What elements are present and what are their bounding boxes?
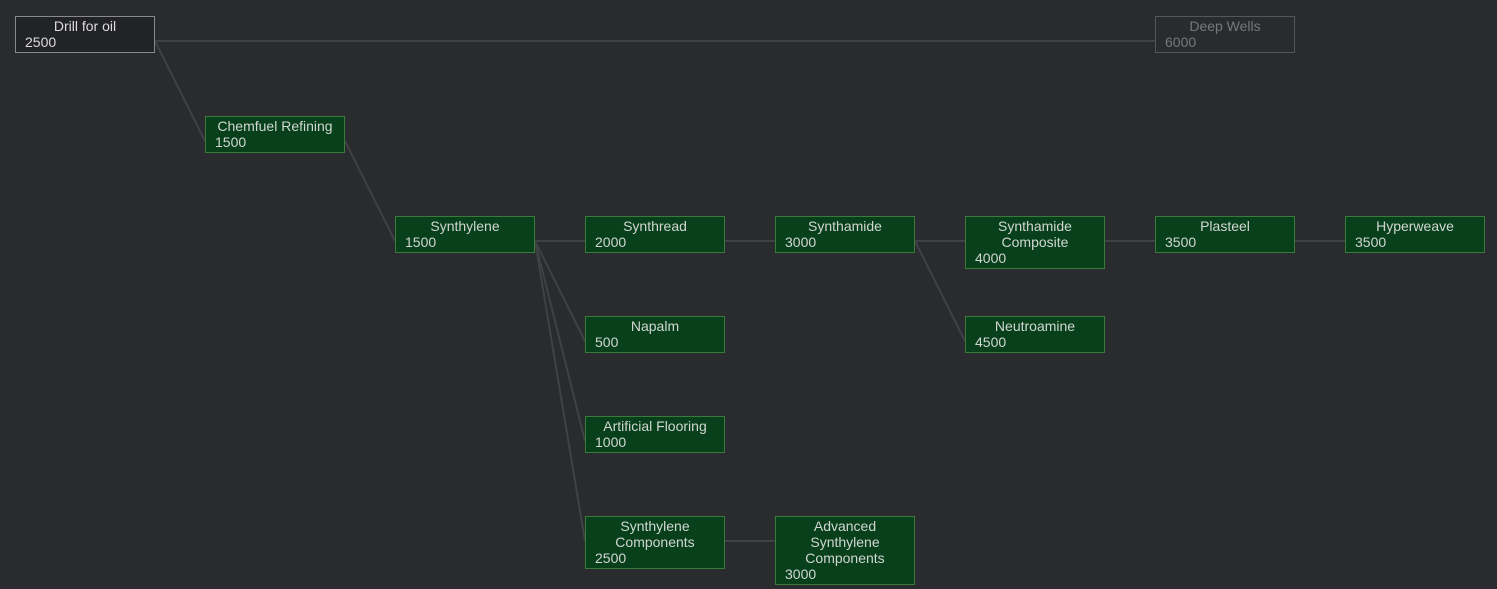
research-node-advanced-synthylene-components[interactable]: Advanced Synthylene Components 3000 bbox=[775, 516, 915, 585]
research-cost: 1500 bbox=[215, 134, 247, 150]
research-node-synthamide-composite[interactable]: Synthamide Composite 4000 bbox=[965, 216, 1105, 269]
research-title: Deep Wells bbox=[1189, 18, 1261, 34]
research-title: Artificial Flooring bbox=[603, 418, 707, 434]
research-title: Plasteel bbox=[1200, 218, 1250, 234]
research-title: Advanced Synthylene Components bbox=[805, 518, 885, 566]
research-node-synthylene-components[interactable]: Synthylene Components 2500 bbox=[585, 516, 725, 569]
research-node-deep-wells[interactable]: Deep Wells 6000 bbox=[1155, 16, 1295, 53]
research-title: Napalm bbox=[630, 318, 680, 334]
research-title: Synthamide bbox=[808, 218, 882, 234]
research-cost: 1500 bbox=[405, 234, 437, 250]
research-node-chemfuel-refining[interactable]: Chemfuel Refining 1500 bbox=[205, 116, 345, 153]
research-cost: 3000 bbox=[785, 234, 817, 250]
research-cost: 3000 bbox=[785, 566, 817, 582]
research-node-napalm[interactable]: Napalm 500 bbox=[585, 316, 725, 353]
research-cost: 2500 bbox=[25, 34, 57, 50]
research-tree: Drill for oil 2500 Deep Wells 6000 Chemf… bbox=[0, 0, 1497, 589]
research-title: Synthamide Composite bbox=[998, 218, 1072, 250]
research-node-synthylene[interactable]: Synthylene 1500 bbox=[395, 216, 535, 253]
research-node-synthamide[interactable]: Synthamide 3000 bbox=[775, 216, 915, 253]
research-cost: 2500 bbox=[595, 550, 627, 566]
research-cost: 500 bbox=[595, 334, 619, 350]
research-title: Synthylene Components bbox=[615, 518, 695, 550]
link-drill-to-chemfuel bbox=[154, 40, 206, 142]
link-chemfuel-to-synthylene bbox=[344, 140, 396, 242]
research-cost: 3500 bbox=[1355, 234, 1387, 250]
research-title: Hyperweave bbox=[1376, 218, 1454, 234]
research-title: Chemfuel Refining bbox=[217, 118, 333, 134]
research-node-artificial-flooring[interactable]: Artificial Flooring 1000 bbox=[585, 416, 725, 453]
research-cost: 2000 bbox=[595, 234, 627, 250]
research-node-drill-for-oil[interactable]: Drill for oil 2500 bbox=[15, 16, 155, 53]
research-title: Drill for oil bbox=[53, 18, 117, 34]
link-synthylene-to-components bbox=[534, 240, 586, 542]
research-cost: 1000 bbox=[595, 434, 627, 450]
research-links bbox=[154, 40, 1345, 542]
research-node-neutroamine[interactable]: Neutroamine 4500 bbox=[965, 316, 1105, 353]
research-cost: 3500 bbox=[1165, 234, 1197, 250]
research-node-plasteel[interactable]: Plasteel 3500 bbox=[1155, 216, 1295, 253]
link-synthylene-to-flooring bbox=[534, 240, 586, 442]
research-title: Neutroamine bbox=[994, 318, 1076, 334]
research-title: Synthread bbox=[623, 218, 687, 234]
research-cost: 4500 bbox=[975, 334, 1007, 350]
research-cost: 4000 bbox=[975, 250, 1007, 266]
research-cost: 6000 bbox=[1165, 34, 1197, 50]
link-synthamide-to-neutroamine bbox=[914, 240, 966, 342]
research-node-synthread[interactable]: Synthread 2000 bbox=[585, 216, 725, 253]
research-node-hyperweave[interactable]: Hyperweave 3500 bbox=[1345, 216, 1485, 253]
research-title: Synthylene bbox=[430, 218, 500, 234]
